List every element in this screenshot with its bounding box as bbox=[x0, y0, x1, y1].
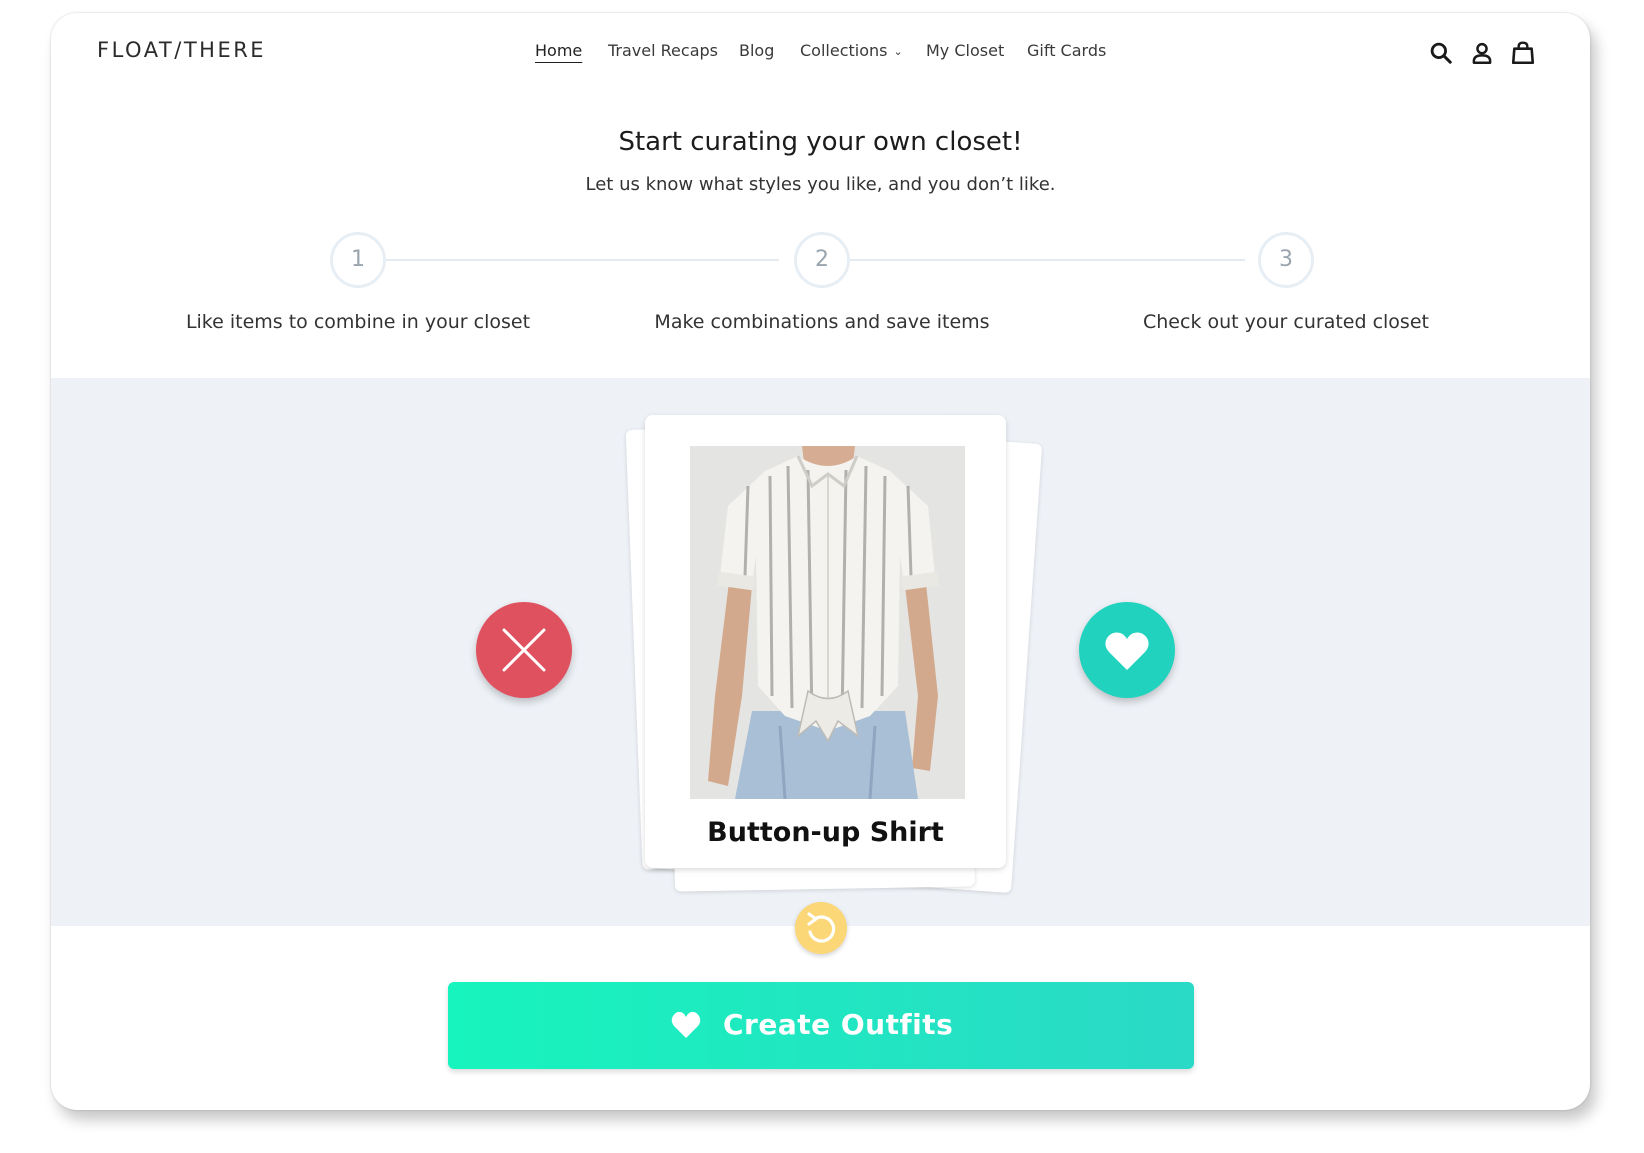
product-image bbox=[690, 446, 965, 799]
chevron-down-icon: ⌄ bbox=[893, 45, 903, 58]
nav-gift-cards[interactable]: Gift Cards bbox=[1027, 41, 1106, 60]
step-3-circle: 3 bbox=[1258, 232, 1314, 288]
close-icon bbox=[502, 628, 546, 672]
step-2-label: Make combinations and save items bbox=[654, 311, 990, 333]
striped-shirt-photo bbox=[690, 446, 965, 799]
step-3-label: Check out your curated closet bbox=[1143, 311, 1429, 333]
nav-collections[interactable]: Collections ⌄ bbox=[800, 41, 903, 60]
nav-travel-recaps[interactable]: Travel Recaps bbox=[608, 41, 718, 60]
product-card[interactable]: Button-up Shirt bbox=[645, 415, 1006, 868]
browser-frame: FLOAT/THERE Home Travel Recaps Blog Coll… bbox=[51, 13, 1590, 1110]
nav-home[interactable]: Home bbox=[535, 41, 582, 60]
step-connector bbox=[835, 259, 1245, 261]
step-2-circle: 2 bbox=[794, 232, 850, 288]
step-1-circle: 1 bbox=[330, 232, 386, 288]
like-button[interactable] bbox=[1079, 602, 1175, 698]
cart-icon[interactable] bbox=[1510, 40, 1536, 66]
undo-icon bbox=[807, 912, 836, 943]
step-1-label: Like items to combine in your closet bbox=[185, 311, 531, 333]
page-subtitle: Let us know what styles you like, and yo… bbox=[585, 174, 1056, 195]
step-connector bbox=[369, 259, 779, 261]
undo-button[interactable] bbox=[795, 902, 847, 954]
create-outfits-label: Create Outfits bbox=[723, 1008, 954, 1041]
nav-blog[interactable]: Blog bbox=[739, 41, 774, 60]
product-title: Button-up Shirt bbox=[707, 817, 944, 848]
create-outfits-button[interactable]: Create Outfits bbox=[448, 982, 1194, 1069]
heart-icon bbox=[1105, 632, 1149, 670]
heart-icon bbox=[671, 1011, 701, 1038]
main-nav: Home Travel Recaps Blog Collections ⌄ My … bbox=[51, 41, 1590, 71]
page-title: Start curating your own closet! bbox=[618, 127, 1023, 157]
nav-my-closet[interactable]: My Closet bbox=[926, 41, 1004, 60]
nav-collections-label: Collections bbox=[800, 41, 888, 60]
search-icon[interactable] bbox=[1428, 40, 1454, 66]
dislike-button[interactable] bbox=[476, 602, 572, 698]
account-icon[interactable] bbox=[1469, 40, 1495, 66]
